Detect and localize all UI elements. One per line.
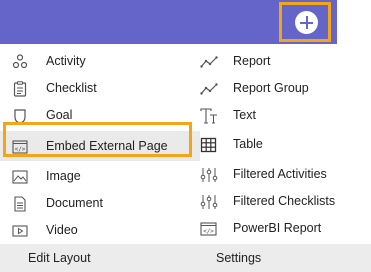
text-icon <box>200 108 218 124</box>
svg-text:</>: </> <box>203 228 214 235</box>
menu-item-label: Checklist <box>46 81 97 95</box>
menu-item-label: Activity <box>46 54 86 68</box>
menu-item-label: Image <box>46 169 81 183</box>
code-window-icon: </> <box>12 139 28 155</box>
menu-item-video[interactable]: Video <box>0 217 200 244</box>
menu-item-embed-external-page[interactable]: </> Embed External Page <box>0 131 200 161</box>
menu-item-document[interactable]: Document <box>0 190 200 217</box>
top-bar <box>0 0 337 44</box>
menu-item-report-group[interactable]: Report Group <box>195 75 371 102</box>
line-chart-icon <box>200 54 218 70</box>
add-button-highlight[interactable] <box>279 2 331 42</box>
menu-item-table[interactable]: Table <box>195 129 371 161</box>
menu-item-text[interactable]: Text <box>195 102 371 129</box>
menu-item-filtered-activities[interactable]: Filtered Activities <box>195 161 371 188</box>
menu-item-label: Goal <box>46 108 73 122</box>
image-icon <box>12 169 28 185</box>
menu-item-report[interactable]: Report <box>195 48 371 75</box>
molecule-icon <box>12 54 28 70</box>
menu-item-activity[interactable]: Activity <box>0 48 200 75</box>
settings-button[interactable]: Settings <box>216 251 261 265</box>
add-widget-menu: Activity Checklist Goal </> Embed Extern… <box>0 44 371 272</box>
menu-item-label: Text <box>233 108 256 122</box>
filter-sliders-icon <box>200 167 218 183</box>
menu-column-left: Activity Checklist Goal </> Embed Extern… <box>0 48 200 244</box>
plus-circle-icon[interactable] <box>295 11 318 34</box>
menu-footer: Edit Layout Settings <box>0 244 371 272</box>
svg-text:</>: </> <box>15 146 26 153</box>
video-play-icon <box>12 223 28 239</box>
menu-item-label: Document <box>46 196 103 210</box>
shield-icon <box>12 108 28 124</box>
menu-column-right: Report Report Group Text Table Filtered … <box>195 48 371 242</box>
code-window-icon: </> <box>200 221 218 237</box>
menu-item-goal[interactable]: Goal <box>0 102 200 129</box>
menu-item-label: Embed External Page <box>46 139 168 153</box>
menu-item-powerbi-report[interactable]: </> PowerBI Report <box>195 215 371 242</box>
edit-layout-button[interactable]: Edit Layout <box>28 251 91 265</box>
menu-item-label: Report Group <box>233 81 309 95</box>
table-icon <box>200 137 218 153</box>
menu-item-label: Video <box>46 223 78 237</box>
line-chart-icon <box>200 81 218 97</box>
menu-item-checklist[interactable]: Checklist <box>0 75 200 102</box>
document-icon <box>12 196 28 212</box>
menu-item-image[interactable]: Image <box>0 163 200 190</box>
checklist-icon <box>12 81 28 97</box>
menu-item-label: PowerBI Report <box>233 221 322 235</box>
menu-item-label: Filtered Activities <box>233 167 327 181</box>
menu-item-label: Table <box>233 137 263 151</box>
menu-item-label: Filtered Checklists <box>233 194 336 208</box>
menu-item-filtered-checklists[interactable]: Filtered Checklists <box>195 188 371 215</box>
filter-sliders-icon <box>200 194 218 210</box>
menu-item-label: Report <box>233 54 271 68</box>
